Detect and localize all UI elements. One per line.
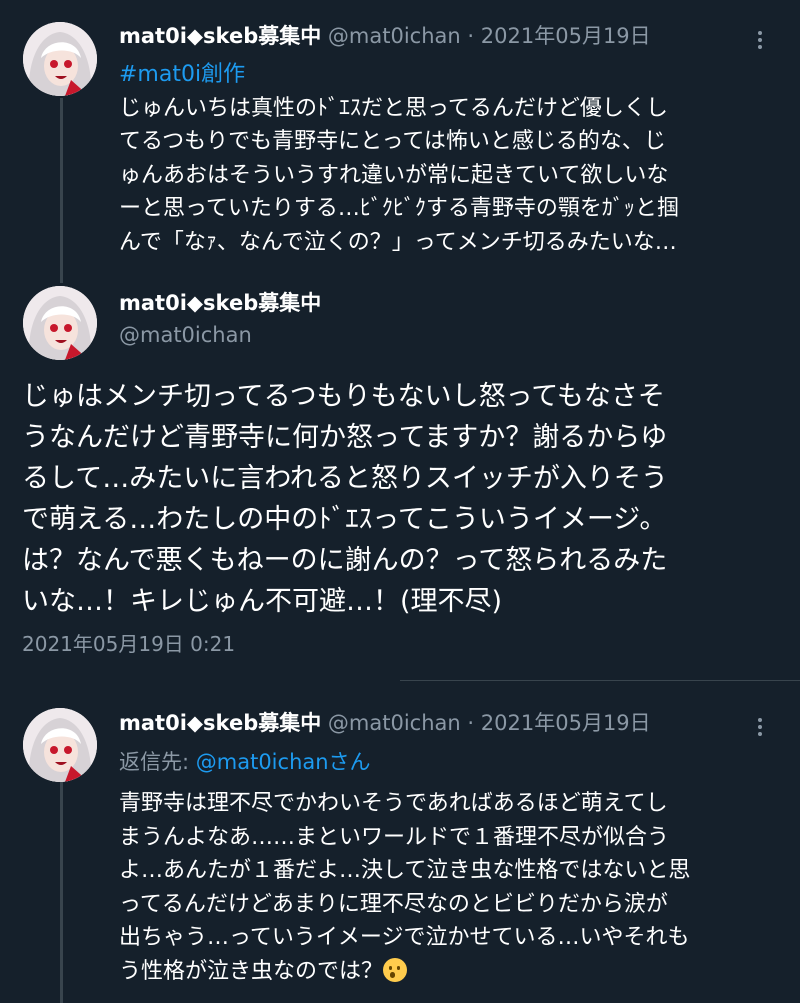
text-line-content: う性格が泣き虫なのでは？ bbox=[119, 958, 384, 984]
text-line: う性格が泣き虫なのでは？ bbox=[119, 955, 690, 989]
main-tweet-body: じゅはメンチ切ってるつもりもないし怒ってもなさそ うなんだけど青野寺に何か怒って… bbox=[22, 376, 668, 622]
text-line: ってるんだけどあまりに理不尽なのとビビりだから涙が bbox=[119, 891, 668, 917]
more-options-icon[interactable] bbox=[746, 713, 774, 741]
tweet-body: 青野寺は理不尽でかわいそうであればあるほど萌えてし まうんよなあ……まといワール… bbox=[119, 787, 690, 988]
handle[interactable]: @mat0ichan bbox=[328, 711, 461, 735]
text-line: んで「なｧ、なんで泣くの？」ってメンチ切るみたいな… bbox=[119, 229, 677, 255]
avatar-illustration bbox=[23, 22, 97, 96]
thread-line bbox=[60, 98, 63, 283]
text-line: うなんだけど青野寺に何か怒ってますか？謝るからゆ bbox=[22, 422, 668, 453]
main-display-name-row: mat0i◆skeb募集中 bbox=[119, 289, 321, 317]
text-line: まうんよなあ……まといワールドで１番理不尽が似合う bbox=[119, 824, 670, 850]
text-line: よ…あんたが１番だよ…決して泣き虫な性格ではないと思 bbox=[119, 858, 691, 883]
tweet-body: #mat0i創作 じゅんいちは真性のﾄﾞｴｽだと思ってるんだけど優しくし てるつ… bbox=[119, 58, 679, 259]
text-line: いな…！キレじゅん不可避…！(理不尽) bbox=[22, 586, 503, 617]
text-line: じゅはメンチ切ってるつもりもないし怒ってもなさそ bbox=[22, 381, 665, 412]
text-line: ーと思っていたりする…ﾋﾞｸﾋﾞｸする青野寺の顎をｶﾞｯと掴 bbox=[119, 196, 679, 221]
text-line: 出ちゃう…っていうイメージで泣かせている…いやそれも bbox=[119, 925, 690, 950]
replying-to: 返信先: @mat0ichanさん bbox=[119, 746, 371, 776]
handle[interactable]: @mat0ichan bbox=[328, 24, 461, 48]
tweet-date[interactable]: 2021年05月19日 bbox=[481, 24, 651, 48]
display-name[interactable]: mat0i◆skeb募集中 bbox=[119, 24, 321, 48]
avatar[interactable] bbox=[23, 286, 97, 360]
text-line: てるつもりでも青野寺にとっては怖いと感じる的な、じ bbox=[119, 129, 666, 154]
main-timestamp[interactable]: 2021年05月19日 0:21 bbox=[22, 628, 235, 657]
avatar-illustration bbox=[23, 286, 97, 360]
text-line: で萌える…わたしの中のﾄﾞｴｽってこういうイメージ。 bbox=[22, 504, 667, 535]
hashtag-link[interactable]: #mat0i創作 bbox=[119, 58, 679, 92]
main-handle-row: @mat0ichan bbox=[119, 321, 252, 349]
divider bbox=[400, 680, 800, 681]
reply-prefix: 返信先: bbox=[119, 750, 196, 774]
mention-link[interactable]: @mat0ichanさん bbox=[196, 750, 371, 774]
thinking-face-emoji bbox=[383, 957, 408, 982]
text-line: ゅんあおはそういうすれ違いが常に起きていて欲しいな bbox=[119, 162, 669, 188]
tweet-header: mat0i◆skeb募集中 @mat0ichan · 2021年05月19日 bbox=[119, 709, 651, 737]
tweet-date[interactable]: 2021年05月19日 bbox=[481, 711, 651, 735]
tweet-header: mat0i◆skeb募集中 @mat0ichan · 2021年05月19日 bbox=[119, 22, 651, 50]
display-name[interactable]: mat0i◆skeb募集中 bbox=[119, 291, 321, 315]
avatar[interactable] bbox=[23, 22, 97, 96]
text-line: は？なんで悪くもねーのに謝んの？って怒られるみた bbox=[22, 545, 668, 576]
separator: · bbox=[467, 24, 475, 48]
text-line: 青野寺は理不尽でかわいそうであればあるほど萌えてし bbox=[119, 791, 668, 816]
text-line: るして…みたいに言われると怒りスイッチが入りそう bbox=[22, 463, 668, 494]
thread-line bbox=[60, 782, 63, 1003]
avatar[interactable] bbox=[23, 708, 97, 782]
text-line: じゅんいちは真性のﾄﾞｴｽだと思ってるんだけど優しくし bbox=[119, 95, 668, 121]
separator: · bbox=[467, 711, 475, 735]
handle[interactable]: @mat0ichan bbox=[119, 323, 252, 347]
more-options-icon[interactable] bbox=[746, 26, 774, 54]
avatar-illustration bbox=[23, 708, 97, 782]
display-name[interactable]: mat0i◆skeb募集中 bbox=[119, 711, 321, 735]
